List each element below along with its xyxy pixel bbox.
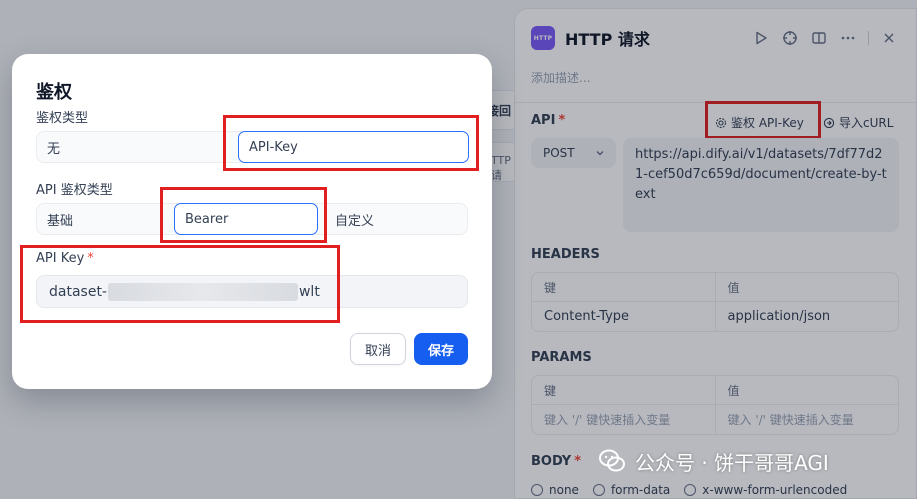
watermark: 公众号 · 饼干哥哥AGI xyxy=(597,446,829,476)
api-auth-type-basic[interactable]: 基础 xyxy=(37,204,173,234)
modal-title: 鉴权 xyxy=(36,82,72,103)
highlight-box xyxy=(223,115,479,171)
auth-modal: 鉴权 鉴权类型 无 API-Key API 鉴权类型 基础 Bearer 自定义… xyxy=(12,54,492,389)
cancel-button[interactable]: 取消 xyxy=(350,333,406,365)
wechat-icon xyxy=(599,449,625,472)
api-auth-type-label: API 鉴权类型 xyxy=(36,183,113,198)
highlight-box xyxy=(160,187,327,243)
api-auth-type-custom[interactable]: 自定义 xyxy=(325,204,469,234)
auth-type-label: 鉴权类型 xyxy=(36,111,89,126)
highlight-box xyxy=(20,245,340,323)
auth-type-none[interactable]: 无 xyxy=(37,132,237,162)
save-button[interactable]: 保存 xyxy=(414,333,468,365)
